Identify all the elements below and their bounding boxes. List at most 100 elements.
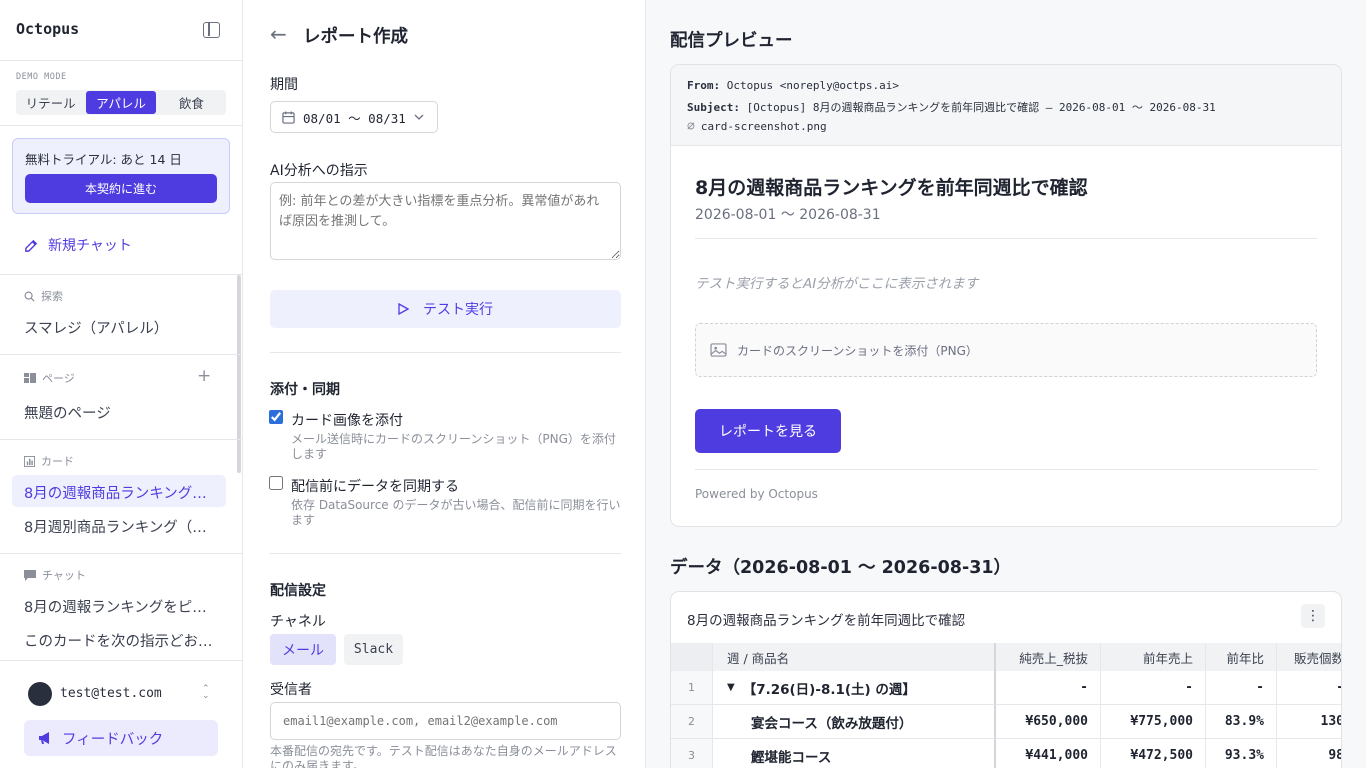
chat-item-1[interactable]: 8月の週報ランキングをピボットで表示 [24,596,210,617]
email-heading: 8月の週報商品ランキングを前年同週比で確認 [695,177,1088,199]
from-label: From: [687,79,721,92]
row-name: 【7.26(日)-8.1(土) の週】 [742,681,916,698]
back-arrow-icon[interactable]: ← [270,24,287,44]
test-run-button[interactable]: テスト実行 [270,290,621,328]
period-picker[interactable]: 08/01 〜 08/31 [270,101,438,133]
card-item-1[interactable]: 8月の週報商品ランキングを前年同週比で確認 [24,482,208,503]
row-name-cell[interactable]: ▼ 【7.26(日)-8.1(土) の週】 [713,671,996,705]
value-cell: 98 [1277,739,1341,768]
upgrade-button[interactable]: 本契約に進む [25,174,217,203]
attach-card-help: メール送信時にカードのスクリーンショット（PNG）を添付します [291,432,616,461]
feedback-button[interactable]: フィードバック [24,720,218,756]
value-cell: - [996,671,1101,705]
card-icon [24,455,35,467]
cards-header-label: カード [41,455,74,468]
table-corner [671,643,713,671]
user-menu-chevron-icon[interactable]: ⌃ ⌄ [202,685,210,701]
value-cell: 93.3% [1206,739,1277,768]
value-cell: ¥650,000 [996,705,1101,739]
powered-by: Powered by Octopus [695,487,818,501]
play-icon [398,303,409,315]
avatar[interactable] [28,682,52,706]
email-header: From: Octopus <noreply@octps.ai> Subject… [671,65,1341,146]
view-report-button[interactable]: レポートを見る [695,409,841,453]
page-icon [24,373,36,383]
row-number: 3 [671,739,713,768]
mode-retail[interactable]: リテール [16,90,85,115]
more-options-icon[interactable]: ⋮ [1301,604,1325,628]
chat-header: チャット [24,567,86,583]
channel-slack[interactable]: Slack [344,634,403,665]
mode-food[interactable]: 飲食 [157,90,226,115]
attachment-name[interactable]: card-screenshot.png [701,120,827,133]
col-header-quantity[interactable]: 販売個数 [1277,643,1341,671]
from-value: Octopus <noreply@octps.ai> [726,79,899,92]
row-name: 宴会コース（飲み放題付） [751,715,913,732]
value-cell: ¥775,000 [1101,705,1206,739]
channel-email[interactable]: メール [270,634,336,665]
sync-label: 配信前にデータを同期する [291,479,459,495]
data-section-title: データ（2026-08-01 〜 2026-08-31） [670,558,1012,578]
new-chat-label: 新規チャット [48,238,132,254]
email-date: 2026-08-01 〜 2026-08-31 [695,207,881,223]
col-header-net-sales[interactable]: 純売上_税抜 [996,643,1101,671]
sidebar: Octopus DEMO MODE リテール アパレル 飲食 無料トライアル: … [0,0,243,768]
screenshot-placeholder: カードのスクリーンショットを添付（PNG） [695,323,1317,377]
demo-mode-label: DEMO MODE [16,72,67,82]
sidebar-toggle-icon[interactable] [203,22,220,38]
data-card: 8月の週報商品ランキングを前年同週比で確認 ⋮ 週 / 商品名 純売上_税抜 前… [670,591,1342,768]
ai-instruction-label: AI分析への指示 [270,163,368,179]
sync-checkbox[interactable] [269,476,283,490]
page-item[interactable]: 無題のページ [24,402,220,423]
trial-text: 無料トライアル: あと 14 日 [25,152,182,167]
explore-header: 探索 [24,288,63,304]
paperclip-icon: ⌀ [687,119,695,134]
report-form: ← レポート作成 期間 08/01 〜 08/31 AI分析への指示 テスト実行… [243,0,646,768]
card-item-2[interactable]: 8月週別商品ランキング（週x商品） [24,516,214,537]
ai-instruction-input[interactable] [270,182,621,260]
mode-apparel[interactable]: アパレル [86,91,156,114]
channel-label: チャネル [270,614,326,630]
new-chat-button[interactable]: 新規チャット [24,235,132,255]
explore-item[interactable]: スマレジ（アパレル） [24,317,220,338]
user-email[interactable]: test@test.com [60,686,162,701]
preview-pane: 配信プレビュー From: Octopus <noreply@octps.ai>… [646,0,1366,768]
chat-icon [24,569,36,581]
subject-value: [Octopus] 8月の週報商品ランキングを前年同週比で確認 — 2026-0… [746,101,1216,114]
subject-label: Subject: [687,101,740,114]
chevron-down-icon [414,114,424,120]
cards-header: カード [24,453,74,469]
period-label: 期間 [270,77,298,93]
row-name-cell[interactable]: 宴会コース（飲み放題付） [713,705,996,739]
add-page-icon[interactable]: + [197,368,211,385]
value-cell: 83.9% [1206,705,1277,739]
expand-caret-icon[interactable]: ▼ [727,682,735,693]
edit-icon [25,239,38,252]
attach-card-checkbox[interactable] [269,410,283,424]
value-cell: - [1277,671,1341,705]
pages-header-label: ページ [42,372,75,385]
row-number: 2 [671,705,713,739]
col-header-yoy[interactable]: 前年比 [1206,643,1277,671]
recipient-help: 本番配信の宛先です。テスト配信はあなた自身のメールアドレスにのみ届きます。 [270,744,617,768]
chat-item-2[interactable]: このカードを次の指示どおりに修正 [24,630,214,651]
row-number: 1 [671,671,713,705]
search-icon [24,291,35,302]
recipient-input[interactable] [270,702,621,740]
pages-header: ページ [24,370,75,386]
megaphone-icon [39,732,49,744]
delivery-section-title: 配信設定 [270,583,326,599]
value-cell: ¥472,500 [1101,739,1206,768]
row-name-cell[interactable]: 鰹堪能コース [713,739,996,768]
attach-section-title: 添付・同期 [270,382,340,398]
image-icon [710,343,727,357]
sidebar-scrollbar[interactable] [237,275,241,473]
form-title: レポート作成 [303,27,408,47]
calendar-icon [282,110,295,124]
email-preview-card: From: Octopus <noreply@octps.ai> Subject… [670,64,1342,527]
col-header-name[interactable]: 週 / 商品名 [713,643,996,671]
trial-banner: 無料トライアル: あと 14 日 本契約に進む [12,138,230,214]
mode-switcher: リテール アパレル 飲食 [16,90,226,115]
col-header-prev-sales[interactable]: 前年売上 [1101,643,1206,671]
test-run-label: テスト実行 [423,302,493,318]
